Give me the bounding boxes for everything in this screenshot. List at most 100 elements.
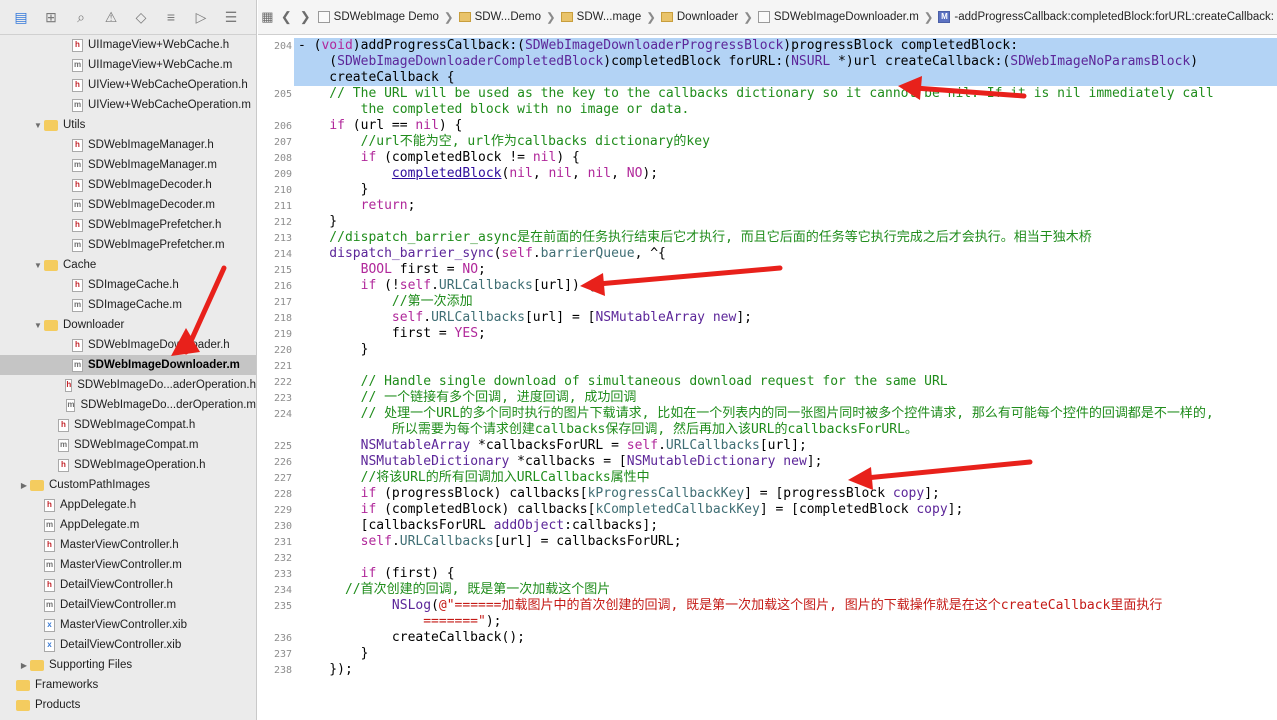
code-line[interactable]: }	[298, 182, 369, 198]
breadcrumb-item[interactable]: SDW...mage	[558, 11, 645, 23]
disclosure-open-icon[interactable]: ▼	[32, 321, 44, 330]
code-line[interactable]: // The URL will be used as the key to th…	[298, 86, 1213, 102]
code-line[interactable]: //第一次添加	[298, 294, 473, 310]
test-icon[interactable]: ◇	[126, 4, 156, 30]
code-line[interactable]: if (first) {	[298, 566, 455, 582]
code-line[interactable]: - (void)addProgressCallback:(SDWebImageD…	[298, 38, 1018, 54]
code-line[interactable]: first = YES;	[298, 326, 486, 342]
breadcrumb-item[interactable]: SDWebImageDownloader.m	[755, 11, 922, 23]
code-line[interactable]: if (progressBlock) callbacks[kProgressCa…	[298, 486, 940, 502]
code-token: addObject	[493, 518, 565, 533]
breadcrumb-item[interactable]: Downloader	[658, 11, 741, 23]
code-line[interactable]: =======");	[298, 614, 501, 630]
navigator-group[interactable]: ▶ Supporting Files	[0, 655, 256, 675]
navigator-file[interactable]: m MasterViewController.m	[0, 555, 256, 575]
code-line[interactable]: }	[298, 646, 369, 662]
code-line[interactable]: //将该URL的所有回调加入URLCallbacks属性中	[298, 470, 650, 486]
folder-icon[interactable]: ▤	[6, 4, 36, 30]
code-line[interactable]: // 处理一个URL的多个同时执行的图片下载请求, 比如在一个列表内的同一张图片…	[298, 406, 1214, 422]
navigator-file[interactable]: m AppDelegate.m	[0, 515, 256, 535]
code-line[interactable]: createCallback();	[298, 630, 525, 646]
navigator-file[interactable]: h UIView+WebCacheOperation.h	[0, 75, 256, 95]
code-line[interactable]: if (completedBlock != nil) {	[298, 150, 580, 166]
code-line[interactable]: NSMutableDictionary *callbacks = [NSMuta…	[298, 454, 823, 470]
disclosure-open-icon[interactable]: ▼	[32, 121, 44, 130]
navigator-file[interactable]: m UIView+WebCacheOperation.m	[0, 95, 256, 115]
navigator-file[interactable]: x DetailViewController.xib	[0, 635, 256, 655]
code-line[interactable]: // Handle single download of simultaneou…	[298, 374, 948, 390]
navigator-file[interactable]: h SDWebImageDo...aderOperation.h	[0, 375, 256, 395]
code-line[interactable]: [callbacksForURL addObject:callbacks];	[298, 518, 658, 534]
code-area[interactable]: - (void)addProgressCallback:(SDWebImageD…	[294, 36, 1277, 720]
debug-icon[interactable]: ≡	[156, 4, 186, 30]
code-line[interactable]: createCallback {	[298, 70, 454, 86]
navigator-file[interactable]: m SDWebImageCompat.m	[0, 435, 256, 455]
code-line[interactable]: completedBlock(nil, nil, nil, NO);	[298, 166, 658, 182]
code-line[interactable]: if (url == nil) {	[298, 118, 462, 134]
navigator-file[interactable]: h MasterViewController.h	[0, 535, 256, 555]
navigator-file[interactable]: h SDImageCache.h	[0, 275, 256, 295]
navigator-file[interactable]: h SDWebImageOperation.h	[0, 455, 256, 475]
navigator-file[interactable]: h SDWebImageManager.h	[0, 135, 256, 155]
code-line[interactable]: if (!self.URLCallbacks[url]) {	[298, 278, 596, 294]
navigator-file[interactable]: h SDWebImageDownloader.h	[0, 335, 256, 355]
code-line[interactable]: });	[298, 662, 353, 678]
code-line[interactable]: the completed block with no image or dat…	[298, 102, 690, 118]
navigator-file[interactable]: h UIImageView+WebCache.h	[0, 35, 256, 55]
navigator-file[interactable]: h SDWebImageCompat.h	[0, 415, 256, 435]
code-line[interactable]: //首次创建的回调, 既是第一次加载这个图片	[298, 582, 610, 598]
code-line[interactable]: return;	[298, 198, 416, 214]
disclosure-open-icon[interactable]: ▼	[32, 261, 44, 270]
code-line[interactable]: }	[298, 214, 337, 230]
code-line[interactable]: (SDWebImageDownloaderCompletedBlock)comp…	[298, 54, 1198, 70]
code-line[interactable]: NSLog(@"======加载图片中的首次创建的回调, 既是第一次加载这个图片…	[298, 598, 1162, 614]
source-editor[interactable]: 204 205 206 207 208 209 210 211 212 213 214 215 216 2…	[258, 36, 1277, 720]
code-line[interactable]: BOOL first = NO;	[298, 262, 486, 278]
code-line[interactable]: //url不能为空, url作为callbacks dictionary的key	[298, 134, 710, 150]
back-button[interactable]: ❮	[277, 9, 296, 25]
code-line[interactable]: self.URLCallbacks[url] = [NSMutableArray…	[298, 310, 752, 326]
code-line[interactable]: }	[298, 342, 369, 358]
related-items-icon[interactable]: ▦	[258, 9, 277, 25]
navigator-file[interactable]: m UIImageView+WebCache.m	[0, 55, 256, 75]
navigator-file[interactable]: m SDImageCache.m	[0, 295, 256, 315]
navigator-file[interactable]: m SDWebImageManager.m	[0, 155, 256, 175]
navigator-file[interactable]: h SDWebImagePrefetcher.h	[0, 215, 256, 235]
navigator-group[interactable]: Frameworks	[0, 675, 256, 695]
code-token: ;	[478, 262, 486, 277]
code-line[interactable]: 所以需要为每个请求创建callbacks保存回调, 然后再加入该URL的call…	[298, 422, 918, 438]
navigator-file[interactable]: h SDWebImageDecoder.h	[0, 175, 256, 195]
code-line[interactable]: // 一个链接有多个回调, 进度回调, 成功回调	[298, 390, 637, 406]
breadcrumb-item[interactable]: SDW...Demo	[456, 11, 544, 23]
navigator-file[interactable]: m SDWebImageDecoder.m	[0, 195, 256, 215]
disclosure-closed-icon[interactable]: ▶	[18, 661, 30, 670]
breakpoint-icon[interactable]: ▷	[186, 4, 216, 30]
navigator-file[interactable]: x MasterViewController.xib	[0, 615, 256, 635]
navigator-file[interactable]: h DetailViewController.h	[0, 575, 256, 595]
forward-button[interactable]: ❯	[296, 9, 315, 25]
disclosure-closed-icon[interactable]: ▶	[18, 481, 30, 490]
hierarchy-icon[interactable]: ⊞	[36, 4, 66, 30]
navigator-group[interactable]: ▼ Downloader	[0, 315, 256, 335]
navigator-file[interactable]: m DetailViewController.m	[0, 595, 256, 615]
navigator-file[interactable]: m SDWebImageDo...derOperation.m	[0, 395, 256, 415]
code-line[interactable]: //dispatch_barrier_async是在前面的任务执行结束后它才执行…	[298, 230, 1092, 246]
breadcrumb-item[interactable]: SDWebImage Demo	[315, 11, 442, 23]
report-icon[interactable]: ☰	[216, 4, 246, 30]
code-line[interactable]: if (completedBlock) callbacks[kCompleted…	[298, 502, 964, 518]
navigator-group[interactable]: ▶ CustomPathImages	[0, 475, 256, 495]
code-line[interactable]: NSMutableArray *callbacksForURL = self.U…	[298, 438, 807, 454]
code-line[interactable]: dispatch_barrier_sync(self.barrierQueue,…	[298, 246, 666, 262]
navigator-group[interactable]: ▼ Cache	[0, 255, 256, 275]
navigator-file[interactable]: m SDWebImageDownloader.m	[0, 355, 256, 375]
search-icon[interactable]: ⌕	[66, 4, 96, 30]
navigator-file[interactable]: h AppDelegate.h	[0, 495, 256, 515]
navigator-group[interactable]: ▼ Utils	[0, 115, 256, 135]
breadcrumb-item[interactable]: M -addProgressCallback:completedBlock:for…	[935, 11, 1277, 23]
navigator-file[interactable]: m SDWebImagePrefetcher.m	[0, 235, 256, 255]
code-token: self	[391, 310, 424, 325]
code-line[interactable]: self.URLCallbacks[url] = callbacksForURL…	[298, 534, 682, 550]
warning-icon[interactable]: ⚠	[96, 4, 126, 30]
navigator-group[interactable]: Products	[0, 695, 256, 715]
code-token: YES	[454, 326, 479, 341]
